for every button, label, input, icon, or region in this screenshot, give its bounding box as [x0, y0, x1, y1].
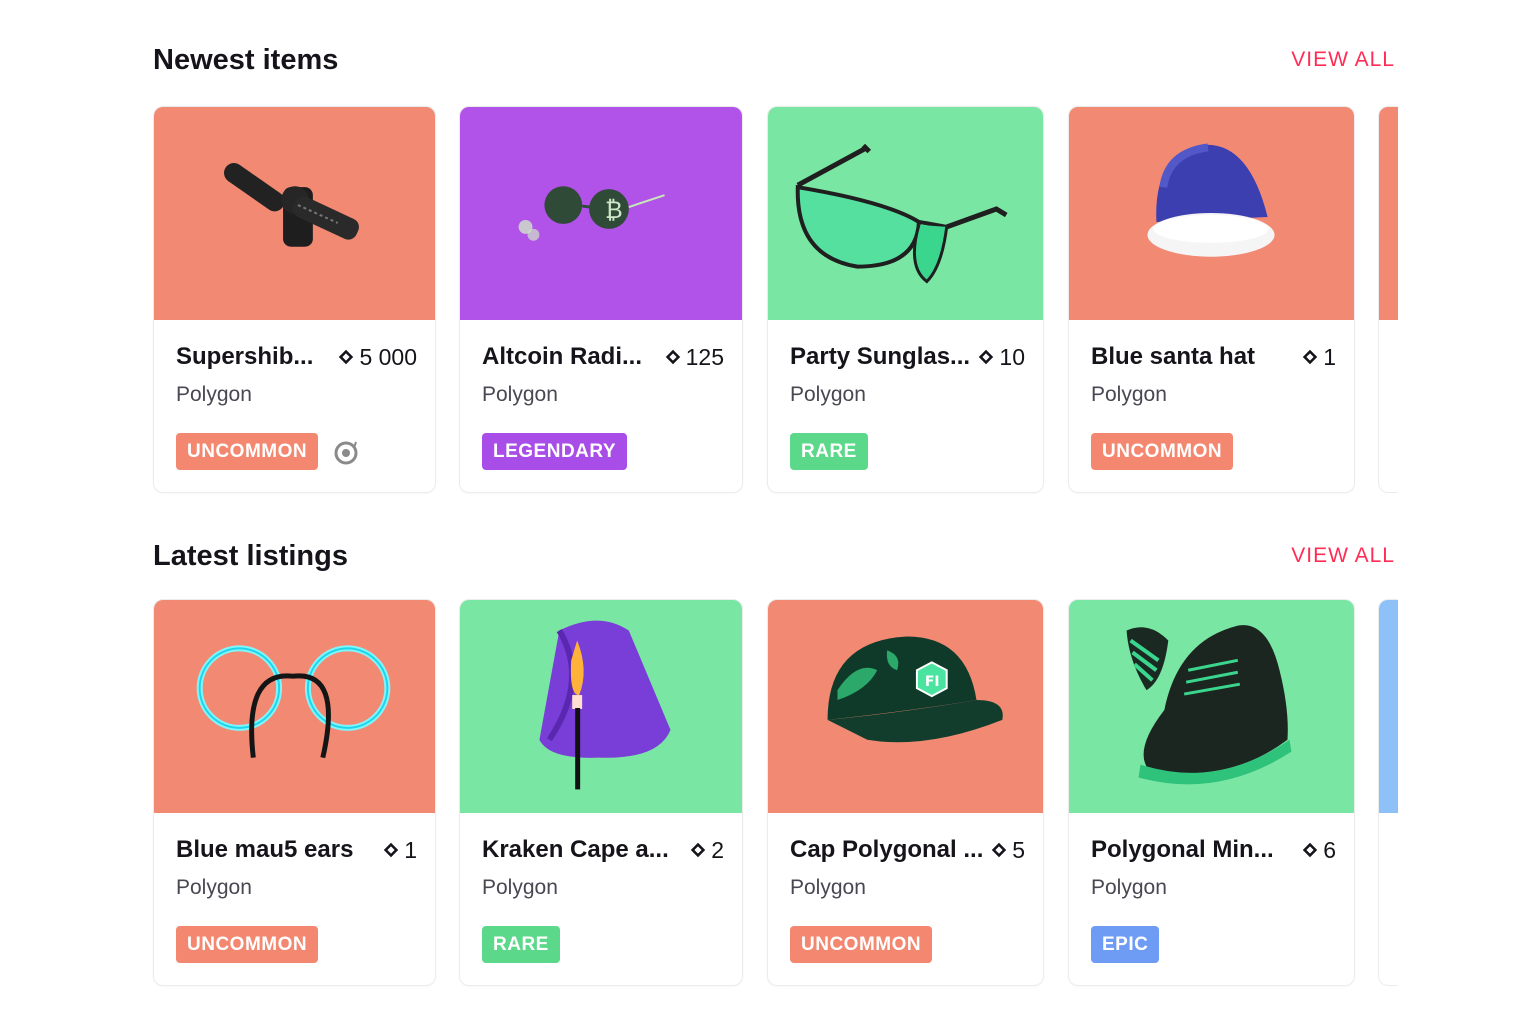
price-value: 5: [1012, 836, 1025, 863]
rarity-badge: RARE: [482, 926, 560, 963]
marketplace-page: Newest items VIEW ALL Supershib... 5 000…: [0, 0, 1536, 1024]
svg-text:FI: FI: [925, 674, 940, 690]
item-card[interactable]: FI Cap Polygonal ... 5 Polygon UNCOMMON: [767, 599, 1044, 986]
item-thumbnail: [1069, 600, 1354, 813]
rarity-badge: UNCOMMON: [176, 926, 319, 963]
latest-cards: Blue mau5 ears 1 Polygon UNCOMMON Kraken…: [0, 0, 1536, 986]
item-info: Blue mau5 ears 1 Polygon UNCOMMON: [176, 835, 417, 963]
item-info: Polygonal Min... 6 Polygon EPIC: [1091, 835, 1336, 963]
item-name: Blue mau5 ears: [176, 836, 354, 863]
item-price: 6: [1301, 837, 1336, 864]
item-info: Cap Polygonal ... 5 Polygon UNCOMMON: [790, 835, 1025, 963]
item-price: 1: [382, 837, 417, 864]
rarity-badge: UNCOMMON: [790, 926, 933, 963]
section-title: Latest listings: [153, 539, 348, 572]
item-network: Polygon: [1091, 876, 1167, 899]
price-value: 2: [711, 836, 724, 863]
item-info: Kraken Cape a... 2 Polygon RARE: [482, 835, 724, 963]
item-name: Polygonal Min...: [1091, 836, 1274, 863]
item-network: Polygon: [482, 876, 558, 899]
item-network: Polygon: [176, 876, 252, 899]
item-price: 2: [689, 837, 724, 864]
mana-icon: [691, 842, 706, 858]
latest-listings-section: Latest listings VIEW ALL Blue mau5 ears …: [0, 0, 1536, 1024]
item-card[interactable]: Blue mau5 ears 1 Polygon UNCOMMON: [153, 599, 436, 986]
item-thumbnail: [154, 600, 435, 813]
price-value: 6: [1323, 836, 1336, 863]
item-card[interactable]: Kraken Cape a... 2 Polygon RARE: [459, 599, 743, 986]
sneaker-icon: [1126, 625, 1292, 785]
latest-header: Latest listings VIEW ALL: [153, 536, 1395, 576]
cape-icon: [539, 620, 671, 790]
mana-icon: [992, 842, 1007, 858]
mouse-ears-icon: [196, 645, 391, 759]
rarity-badge: EPIC: [1091, 926, 1160, 963]
item-thumbnail: FI: [768, 600, 1043, 813]
next-card-peek[interactable]: [1378, 599, 1398, 986]
item-thumbnail: [460, 600, 742, 813]
item-network: Polygon: [790, 876, 866, 899]
view-all-link[interactable]: VIEW ALL: [1291, 544, 1395, 568]
mana-icon: [1303, 842, 1318, 858]
mana-icon: [384, 842, 399, 858]
cap-icon: FI: [827, 636, 1003, 743]
price-value: 1: [404, 836, 417, 863]
item-name: Cap Polygonal ...: [790, 836, 984, 863]
item-name: Kraken Cape a...: [482, 836, 669, 863]
item-price: 5: [990, 837, 1025, 864]
item-card[interactable]: Polygonal Min... 6 Polygon EPIC: [1068, 599, 1355, 986]
